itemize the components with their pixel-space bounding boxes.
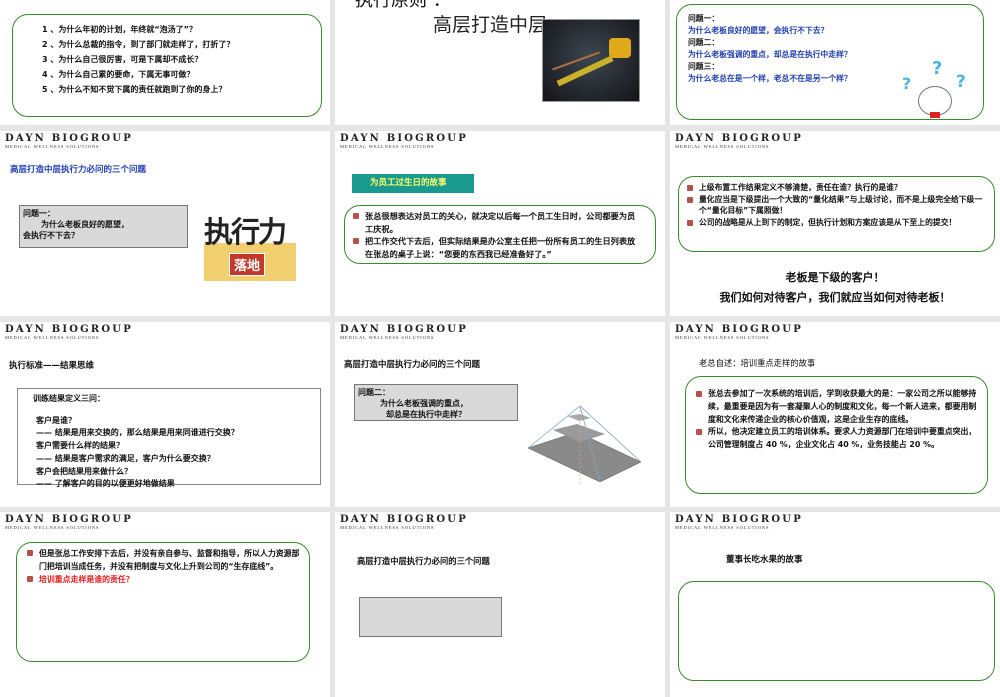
slide-thumbnail-5[interactable]: DAYN BIOGROUP MEDICAL WELLNESS SOLUTIONS … bbox=[335, 131, 665, 316]
question: 3 、为什么自己很厉害，可是下属却不成长？ bbox=[42, 55, 203, 64]
tape-measure-image bbox=[542, 19, 640, 102]
story-box: 张总去参加了一次系统的培训后，学到收获最大的是：一家公司之所以能够持续，最重要是… bbox=[685, 376, 988, 494]
question-text: 却总是在执行中走样？ bbox=[386, 410, 466, 419]
question-text: 为什么老总在是一个样，老总不在是另一个样？ bbox=[688, 74, 852, 83]
slide-title: 董事长吃水果的故事 bbox=[726, 555, 803, 565]
slide-thumbnail-7[interactable]: DAYN BIOGROUP MEDICAL WELLNESS SOLUTIONS … bbox=[0, 322, 330, 507]
slide-thumbnail-10[interactable]: DAYN BIOGROUP MEDICAL WELLNESS SOLUTIONS … bbox=[0, 512, 330, 697]
slide-title: 老总自述：培训重点走样的故事 bbox=[699, 358, 816, 368]
slide-thumbnail-2[interactable]: 执行原则 ： 高层打造中层 bbox=[335, 0, 665, 125]
brand-logo: DAYN BIOGROUP MEDICAL WELLNESS SOLUTIONS bbox=[340, 324, 468, 340]
question-label: 问题一： bbox=[23, 209, 55, 218]
question-label: 问题二： bbox=[688, 38, 720, 47]
bullet-item: 量化应当是下级提出一个大致的“量化结果”与上级讨论，而不是上级完全给下级一个“量… bbox=[685, 194, 984, 217]
box-line: —— 结果是客户需求的满足，客户为什么要交换？ bbox=[36, 453, 215, 463]
brand-logo: DAYN BIOGROUP MEDICAL WELLNESS SOLUTIONS bbox=[5, 133, 133, 149]
bullet-item: 所以，他决定建立员工的培训体系。要求人力资源部门在培训中要重点突出，公司管理制度… bbox=[694, 426, 981, 452]
slide-title: 高层打造中层执行力必问的三个问题 bbox=[10, 165, 147, 175]
slide-thumbnail-9[interactable]: DAYN BIOGROUP MEDICAL WELLNESS SOLUTIONS … bbox=[670, 322, 1000, 507]
bullet-item: 张总去参加了一次系统的培训后，学到收获最大的是：一家公司之所以能够持续，最重要是… bbox=[694, 388, 981, 426]
questions-box: 1 、为什么年初的计划，年终就“泡汤了”？ 2 、为什么总裁的指令，到了部门就走… bbox=[12, 14, 322, 117]
brand-logo: DAYN BIOGROUP MEDICAL WELLNESS SOLUTIONS bbox=[5, 324, 133, 340]
execution-image: 执行力 落地 bbox=[204, 211, 296, 281]
slide-thumbnail-6[interactable]: DAYN BIOGROUP MEDICAL WELLNESS SOLUTIONS … bbox=[670, 131, 1000, 316]
story-box bbox=[678, 581, 995, 681]
slide-title: 执行标准——结果思维 bbox=[9, 361, 95, 371]
box-line: —— 结果是用来交换的，那么结果是用来同谁进行交换？ bbox=[36, 428, 239, 438]
brand-logo: DAYN BIOGROUP MEDICAL WELLNESS SOLUTIONS bbox=[675, 133, 803, 149]
box-line: 客户会把结果用来做什么？ bbox=[36, 466, 132, 476]
question: 4 、为什么自己累的要命，下属无事可做？ bbox=[42, 70, 195, 79]
bullet-item: 公司的战略是从上到下的制定，但执行计划和方案应该是从下至上的提交！ bbox=[685, 217, 984, 229]
confused-cartoon-image: ? ? ? bbox=[900, 58, 980, 122]
question-text: 会执行不下去？ bbox=[23, 231, 79, 240]
bullet-item: 但是张总工作安排下去后，并没有亲自参与、监督和指导，所以人力资源部门把培训当成任… bbox=[25, 547, 301, 573]
slide-thumbnail-11[interactable]: DAYN BIOGROUP MEDICAL WELLNESS SOLUTIONS … bbox=[335, 512, 665, 697]
slide-thumbnail-1[interactable]: 1 、为什么年初的计划，年终就“泡汤了”？ 2 、为什么总裁的指令，到了部门就走… bbox=[0, 0, 330, 125]
slide-thumbnail-4[interactable]: DAYN BIOGROUP MEDICAL WELLNESS SOLUTIONS … bbox=[0, 131, 330, 316]
bullet-item: 张总很想表达对员工的关心，就决定以后每一个员工生日时，公司都要为员工庆祝。 bbox=[351, 210, 643, 235]
box-line: 客户是谁？ bbox=[36, 415, 76, 425]
pyramid-image bbox=[527, 405, 642, 484]
question-box: 问题二： 为什么老板强调的重点， 却总是在执行中走样？ bbox=[354, 384, 518, 421]
slide-subheading: 高层打造中层 bbox=[433, 14, 548, 36]
story-box: 张总很想表达对员工的关心，就决定以后每一个员工生日时，公司都要为员工庆祝。 把工… bbox=[344, 205, 656, 264]
question-text: 为什么老板强调的重点，却总是在执行中走样？ bbox=[688, 50, 852, 59]
question-label: 问题一： bbox=[688, 14, 720, 23]
slide-thumbnail-12[interactable]: DAYN BIOGROUP MEDICAL WELLNESS SOLUTIONS … bbox=[670, 512, 1000, 697]
slide-thumbnail-3[interactable]: 问题一： 为什么老板良好的愿望，会执行不下去？ 问题二： 为什么老板强调的重点，… bbox=[670, 0, 1000, 125]
bullet-item: 上级布置工作结果定义不够清楚，责任在谁？执行的是谁？ bbox=[685, 182, 984, 194]
brand-logo: DAYN BIOGROUP MEDICAL WELLNESS SOLUTIONS bbox=[5, 514, 133, 530]
box-line: —— 了解客户的目的以便更好地做结果 bbox=[36, 479, 175, 489]
question-text: 为什么老板良好的愿望，会执行不下去？ bbox=[688, 26, 829, 35]
bullet-item-highlight: 培训重点走样是谁的责任？ bbox=[25, 573, 301, 586]
closing-line: 我们如何对待客户，我们就应当如何对待老板！ bbox=[719, 291, 951, 304]
brand-logo: DAYN BIOGROUP MEDICAL WELLNESS SOLUTIONS bbox=[675, 514, 803, 530]
question-box: 问题一： 为什么老板良好的愿望， 会执行不下去？ bbox=[19, 205, 188, 248]
brand-logo: DAYN BIOGROUP MEDICAL WELLNESS SOLUTIONS bbox=[340, 133, 468, 149]
closing-line: 老板是下级的客户！ bbox=[785, 271, 885, 284]
box-heading: 训练结果定义三问： bbox=[33, 394, 105, 403]
question: 5 、为什么不知不觉下属的责任就跑到了你的身上？ bbox=[42, 85, 227, 94]
brand-logo: DAYN BIOGROUP MEDICAL WELLNESS SOLUTIONS bbox=[675, 324, 803, 340]
slide-title: 高层打造中层执行力必问的三个问题 bbox=[357, 556, 490, 566]
story-box: 但是张总工作安排下去后，并没有亲自参与、监督和指导，所以人力资源部门把培训当成任… bbox=[16, 542, 310, 662]
bullet-item: 把工作交代下去后，但实际结果是办公室主任把一份所有员工的生日列表放在张总的桌子上… bbox=[351, 235, 643, 260]
box-line: 客户需要什么样的结果？ bbox=[36, 441, 124, 451]
question-box bbox=[359, 597, 502, 637]
question-label: 问题二： bbox=[358, 388, 390, 397]
slide-thumbnail-8[interactable]: DAYN BIOGROUP MEDICAL WELLNESS SOLUTIONS … bbox=[335, 322, 665, 507]
question-text: 为什么老板良好的愿望， bbox=[41, 220, 129, 229]
points-box: 上级布置工作结果定义不够清楚，责任在谁？执行的是谁？ 量化应当是下级提出一个大致… bbox=[678, 176, 995, 252]
question: 1 、为什么年初的计划，年终就“泡汤了”？ bbox=[42, 25, 197, 34]
brand-logo: DAYN BIOGROUP MEDICAL WELLNESS SOLUTIONS bbox=[340, 514, 468, 530]
question-text: 为什么老板强调的重点， bbox=[380, 399, 468, 408]
story-banner: 为员工过生日的故事 bbox=[352, 174, 474, 193]
result-definition-box: 训练结果定义三问： 客户是谁？ —— 结果是用来交换的，那么结果是用来同谁进行交… bbox=[17, 388, 321, 488]
question-label: 问题三： bbox=[688, 62, 720, 71]
slide-title: 高层打造中层执行力必问的三个问题 bbox=[344, 360, 481, 370]
question: 2 、为什么总裁的指令，到了部门就走样了，打折了？ bbox=[42, 40, 235, 49]
